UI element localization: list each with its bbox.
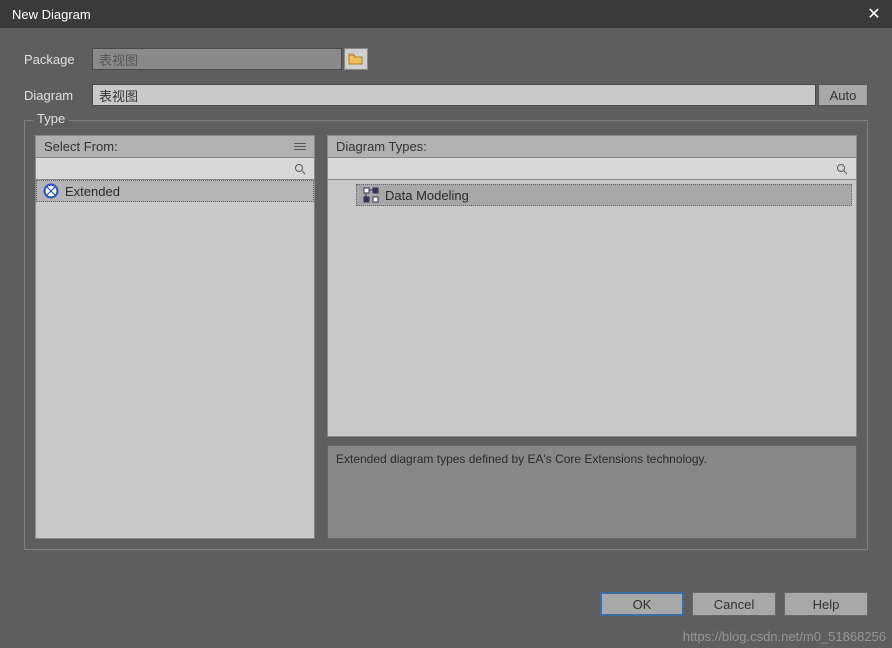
diagram-types-label: Diagram Types: — [336, 139, 427, 154]
dialog-content: Package Diagram Auto Type Select From: — [0, 28, 892, 648]
package-input[interactable] — [92, 48, 342, 70]
diagram-input[interactable] — [92, 84, 816, 106]
diagram-types-panel: Diagram Types: — [327, 135, 857, 539]
data-modeling-icon — [363, 187, 379, 203]
diagram-row: Diagram Auto — [24, 84, 868, 106]
diagram-label: Diagram — [24, 88, 92, 103]
auto-button[interactable]: Auto — [818, 84, 868, 106]
close-icon[interactable]: ✕ — [864, 4, 884, 24]
cancel-button[interactable]: Cancel — [692, 592, 776, 616]
watermark: https://blog.csdn.net/m0_51868256 — [683, 629, 886, 644]
titlebar: New Diagram ✕ — [0, 0, 892, 28]
list-item[interactable]: Extended — [36, 180, 314, 202]
select-from-label: Select From: — [44, 139, 118, 154]
diagram-types-header: Diagram Types: — [327, 135, 857, 157]
diagram-types-list[interactable]: Data Modeling — [327, 179, 857, 437]
help-button[interactable]: Help — [784, 592, 868, 616]
diagram-types-search[interactable] — [327, 157, 857, 179]
list-item[interactable]: Data Modeling — [356, 184, 852, 206]
package-row: Package — [24, 48, 868, 70]
select-from-list[interactable]: Extended — [35, 179, 315, 539]
search-icon — [294, 163, 306, 175]
select-from-panel: Select From: — [35, 135, 315, 539]
folder-icon — [348, 52, 364, 66]
package-label: Package — [24, 52, 92, 67]
panels: Select From: — [35, 135, 857, 539]
select-from-search[interactable] — [35, 157, 315, 179]
hamburger-icon[interactable] — [294, 143, 306, 150]
list-item-label: Data Modeling — [385, 188, 469, 203]
window-title: New Diagram — [8, 7, 91, 22]
list-item-label: Extended — [65, 184, 120, 199]
type-legend: Type — [33, 111, 69, 126]
type-fieldset: Type Select From: — [24, 120, 868, 550]
browse-package-button[interactable] — [344, 48, 368, 70]
dialog-buttons: OK Cancel Help — [600, 592, 868, 616]
search-icon — [836, 163, 848, 175]
extended-icon — [43, 183, 59, 199]
description-box: Extended diagram types defined by EA's C… — [327, 445, 857, 539]
ok-button[interactable]: OK — [600, 592, 684, 616]
select-from-header: Select From: — [35, 135, 315, 157]
